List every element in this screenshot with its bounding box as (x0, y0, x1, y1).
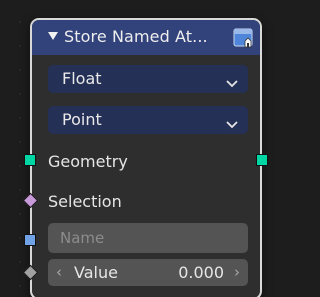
data-type-dropdown[interactable]: Float (48, 65, 248, 93)
node-header[interactable]: Store Named At... (32, 20, 260, 55)
node-preview-icon[interactable] (233, 28, 255, 48)
value-input-socket[interactable] (22, 264, 39, 281)
domain-dropdown[interactable]: Point (48, 106, 248, 134)
geometry-output-socket[interactable] (256, 154, 268, 166)
store-named-attribute-node[interactable]: Store Named At... Float Point Geometry S… (22, 18, 268, 297)
value-field[interactable]: ‹ Value 0.000 › (48, 259, 248, 286)
geometry-label: Geometry (48, 152, 128, 171)
chevron-down-icon (226, 74, 238, 88)
node-title: Store Named At... (64, 27, 208, 46)
data-type-value: Float (62, 69, 102, 88)
node-editor-canvas: Store Named At... Float Point Geometry S… (0, 0, 273, 297)
increment-arrow-icon[interactable]: › (234, 263, 240, 281)
name-field[interactable]: Name (48, 223, 248, 253)
chevron-down-icon (226, 115, 238, 129)
domain-value: Point (62, 110, 102, 129)
triangle-down-icon[interactable] (46, 29, 60, 43)
name-placeholder: Name (60, 229, 105, 247)
selection-input-socket[interactable] (22, 192, 39, 209)
name-input-socket[interactable] (24, 234, 36, 246)
geometry-input-socket[interactable] (24, 154, 36, 166)
decrement-arrow-icon[interactable]: ‹ (56, 263, 62, 281)
value-number: 0.000 (178, 263, 224, 282)
value-label: Value (74, 263, 118, 282)
selection-label: Selection (48, 192, 122, 211)
